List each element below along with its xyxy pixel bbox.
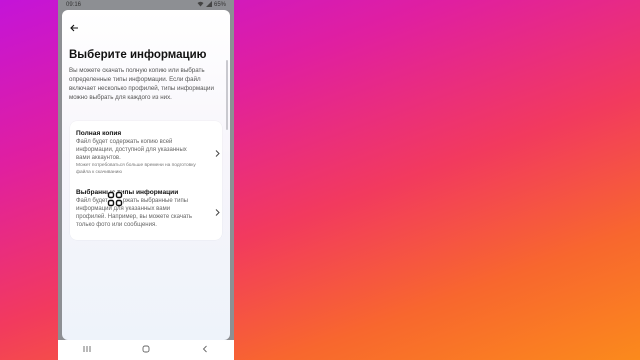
system-nav-bar bbox=[58, 340, 234, 360]
home-icon[interactable] bbox=[142, 345, 150, 356]
chevron-right-icon bbox=[215, 208, 220, 218]
recents-icon[interactable] bbox=[83, 345, 91, 356]
back-icon[interactable] bbox=[201, 345, 209, 356]
options-card: Полная копия Файл будет содержать копию … bbox=[70, 121, 222, 240]
signal-icon bbox=[205, 1, 212, 9]
wifi-icon bbox=[197, 1, 204, 9]
option-selected-types[interactable]: Выбранные типы информации Файл будет сод… bbox=[76, 188, 220, 229]
page-title: Выберите информацию bbox=[69, 49, 207, 61]
phone-frame: 09:16 65% Выберите информацию Вы можете … bbox=[58, 0, 234, 360]
option-full-copy-note: Может потребоваться больше времени на по… bbox=[76, 163, 196, 175]
option-full-copy-title: Полная копия bbox=[76, 130, 122, 137]
scrollbar[interactable] bbox=[226, 60, 228, 130]
arrow-left-icon[interactable] bbox=[70, 24, 79, 35]
battery-percent: 65% bbox=[213, 2, 226, 8]
option-full-copy[interactable]: Полная копия Файл будет содержать копию … bbox=[76, 129, 220, 176]
status-icons: 65% bbox=[197, 1, 226, 9]
chevron-right-icon bbox=[215, 149, 220, 159]
grid-icon bbox=[107, 191, 123, 207]
page-description: Вы можете скачать полную копию или выбра… bbox=[69, 67, 214, 101]
status-time: 09:16 bbox=[66, 2, 82, 8]
option-selected-types-subtitle: Файл будет содержать выбранные типы инфо… bbox=[76, 198, 193, 228]
option-selected-types-title: Выбранные типы информации bbox=[76, 189, 179, 196]
status-bar: 09:16 65% bbox=[58, 0, 234, 10]
app-screen: Выберите информацию Вы можете скачать по… bbox=[62, 10, 230, 340]
option-full-copy-subtitle: Файл будет содержать копию всей информац… bbox=[76, 139, 187, 161]
